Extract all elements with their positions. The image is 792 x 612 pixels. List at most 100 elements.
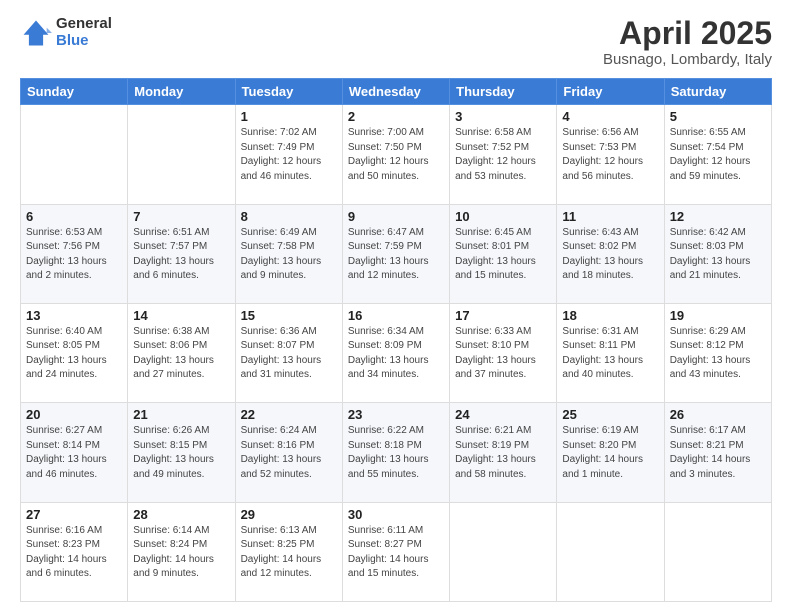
calendar-week-row: 6 Sunrise: 6:53 AM Sunset: 7:56 PM Daylig… xyxy=(21,204,772,303)
day-number: 19 xyxy=(670,308,766,323)
table-row xyxy=(664,502,771,601)
table-row: 13 Sunrise: 6:40 AM Sunset: 8:05 PM Dayli… xyxy=(21,303,128,402)
logo-general: General xyxy=(56,16,112,33)
day-number: 21 xyxy=(133,407,229,422)
day-number: 18 xyxy=(562,308,658,323)
day-number: 25 xyxy=(562,407,658,422)
day-info: Sunrise: 6:13 AM Sunset: 8:25 PM Dayligh… xyxy=(241,524,337,582)
day-number: 17 xyxy=(455,308,551,323)
table-row: 14 Sunrise: 6:38 AM Sunset: 8:06 PM Dayli… xyxy=(128,303,235,402)
table-row: 1 Sunrise: 7:02 AM Sunset: 7:49 PM Daylig… xyxy=(235,105,342,204)
col-sunday: Sunday xyxy=(21,79,128,105)
table-row xyxy=(21,105,128,204)
day-info: Sunrise: 6:43 AM Sunset: 8:02 PM Dayligh… xyxy=(562,226,658,284)
table-row: 8 Sunrise: 6:49 AM Sunset: 7:58 PM Daylig… xyxy=(235,204,342,303)
day-info: Sunrise: 7:00 AM Sunset: 7:50 PM Dayligh… xyxy=(348,126,444,184)
col-thursday: Thursday xyxy=(450,79,557,105)
day-info: Sunrise: 6:38 AM Sunset: 8:06 PM Dayligh… xyxy=(133,325,229,383)
table-row: 7 Sunrise: 6:51 AM Sunset: 7:57 PM Daylig… xyxy=(128,204,235,303)
day-number: 12 xyxy=(670,209,766,224)
day-number: 11 xyxy=(562,209,658,224)
day-info: Sunrise: 6:55 AM Sunset: 7:54 PM Dayligh… xyxy=(670,126,766,184)
table-row: 22Sunrise: 6:24 AM Sunset: 8:16 PM Dayli… xyxy=(235,403,342,502)
table-row: 6 Sunrise: 6:53 AM Sunset: 7:56 PM Daylig… xyxy=(21,204,128,303)
day-info: Sunrise: 6:33 AM Sunset: 8:10 PM Dayligh… xyxy=(455,325,551,383)
day-info: Sunrise: 6:42 AM Sunset: 8:03 PM Dayligh… xyxy=(670,226,766,284)
day-number: 15 xyxy=(241,308,337,323)
table-row: 28 Sunrise: 6:14 AM Sunset: 8:24 PM Dayli… xyxy=(128,502,235,601)
table-row: 19 Sunrise: 6:29 AM Sunset: 8:12 PM Dayli… xyxy=(664,303,771,402)
table-row: 17 Sunrise: 6:33 AM Sunset: 8:10 PM Dayli… xyxy=(450,303,557,402)
table-row: 9 Sunrise: 6:47 AM Sunset: 7:59 PM Daylig… xyxy=(342,204,449,303)
header: General Blue April 2025 Busnago, Lombard… xyxy=(20,16,772,68)
col-saturday: Saturday xyxy=(664,79,771,105)
calendar-week-row: 27 Sunrise: 6:16 AM Sunset: 8:23 PM Dayli… xyxy=(21,502,772,601)
day-info: Sunrise: 6:49 AM Sunset: 7:58 PM Dayligh… xyxy=(241,226,337,284)
day-info: Sunrise: 6:21 AM Sunset: 8:19 PM Dayligh… xyxy=(455,424,551,482)
day-number: 28 xyxy=(133,507,229,522)
table-row: 27 Sunrise: 6:16 AM Sunset: 8:23 PM Dayli… xyxy=(21,502,128,601)
table-row: 11 Sunrise: 6:43 AM Sunset: 8:02 PM Dayli… xyxy=(557,204,664,303)
day-info: Sunrise: 6:53 AM Sunset: 7:56 PM Dayligh… xyxy=(26,226,122,284)
table-row: 12 Sunrise: 6:42 AM Sunset: 8:03 PM Dayli… xyxy=(664,204,771,303)
col-friday: Friday xyxy=(557,79,664,105)
col-wednesday: Wednesday xyxy=(342,79,449,105)
day-number: 8 xyxy=(241,209,337,224)
day-number: 7 xyxy=(133,209,229,224)
table-row: 16 Sunrise: 6:34 AM Sunset: 8:09 PM Dayli… xyxy=(342,303,449,402)
calendar-week-row: 20Sunrise: 6:27 AM Sunset: 8:14 PM Dayli… xyxy=(21,403,772,502)
day-info: Sunrise: 6:16 AM Sunset: 8:23 PM Dayligh… xyxy=(26,524,122,582)
day-info: Sunrise: 6:11 AM Sunset: 8:27 PM Dayligh… xyxy=(348,524,444,582)
title-block: April 2025 Busnago, Lombardy, Italy xyxy=(603,16,772,68)
table-row xyxy=(128,105,235,204)
day-number: 2 xyxy=(348,109,444,124)
day-number: 13 xyxy=(26,308,122,323)
table-row xyxy=(450,502,557,601)
day-number: 10 xyxy=(455,209,551,224)
day-number: 27 xyxy=(26,507,122,522)
table-row: 20Sunrise: 6:27 AM Sunset: 8:14 PM Dayli… xyxy=(21,403,128,502)
title-location: Busnago, Lombardy, Italy xyxy=(603,51,772,68)
calendar-week-row: 13 Sunrise: 6:40 AM Sunset: 8:05 PM Dayli… xyxy=(21,303,772,402)
day-info: Sunrise: 6:19 AM Sunset: 8:20 PM Dayligh… xyxy=(562,424,658,482)
table-row: 10 Sunrise: 6:45 AM Sunset: 8:01 PM Dayli… xyxy=(450,204,557,303)
day-info: Sunrise: 6:14 AM Sunset: 8:24 PM Dayligh… xyxy=(133,524,229,582)
logo-icon xyxy=(20,17,52,49)
table-row: 21Sunrise: 6:26 AM Sunset: 8:15 PM Dayli… xyxy=(128,403,235,502)
table-row: 3Sunrise: 6:58 AM Sunset: 7:52 PM Daylig… xyxy=(450,105,557,204)
table-row: 15 Sunrise: 6:36 AM Sunset: 8:07 PM Dayli… xyxy=(235,303,342,402)
day-info: Sunrise: 6:34 AM Sunset: 8:09 PM Dayligh… xyxy=(348,325,444,383)
logo-text: General Blue xyxy=(56,16,112,49)
table-row: 18 Sunrise: 6:31 AM Sunset: 8:11 PM Dayli… xyxy=(557,303,664,402)
day-number: 9 xyxy=(348,209,444,224)
day-info: Sunrise: 6:51 AM Sunset: 7:57 PM Dayligh… xyxy=(133,226,229,284)
table-row: 2 Sunrise: 7:00 AM Sunset: 7:50 PM Daylig… xyxy=(342,105,449,204)
day-number: 24 xyxy=(455,407,551,422)
day-info: Sunrise: 6:29 AM Sunset: 8:12 PM Dayligh… xyxy=(670,325,766,383)
calendar-week-row: 1 Sunrise: 7:02 AM Sunset: 7:49 PM Daylig… xyxy=(21,105,772,204)
col-monday: Monday xyxy=(128,79,235,105)
day-number: 29 xyxy=(241,507,337,522)
day-info: Sunrise: 6:45 AM Sunset: 8:01 PM Dayligh… xyxy=(455,226,551,284)
table-row: 25 Sunrise: 6:19 AM Sunset: 8:20 PM Dayli… xyxy=(557,403,664,502)
day-info: Sunrise: 7:02 AM Sunset: 7:49 PM Dayligh… xyxy=(241,126,337,184)
day-number: 1 xyxy=(241,109,337,124)
page: General Blue April 2025 Busnago, Lombard… xyxy=(0,0,792,612)
day-info: Sunrise: 6:31 AM Sunset: 8:11 PM Dayligh… xyxy=(562,325,658,383)
table-row: 24 Sunrise: 6:21 AM Sunset: 8:19 PM Dayli… xyxy=(450,403,557,502)
day-info: Sunrise: 6:27 AM Sunset: 8:14 PM Dayligh… xyxy=(26,424,122,482)
day-info: Sunrise: 6:22 AM Sunset: 8:18 PM Dayligh… xyxy=(348,424,444,482)
day-info: Sunrise: 6:40 AM Sunset: 8:05 PM Dayligh… xyxy=(26,325,122,383)
day-number: 6 xyxy=(26,209,122,224)
logo: General Blue xyxy=(20,16,112,49)
col-tuesday: Tuesday xyxy=(235,79,342,105)
day-number: 3 xyxy=(455,109,551,124)
day-info: Sunrise: 6:47 AM Sunset: 7:59 PM Dayligh… xyxy=(348,226,444,284)
day-number: 16 xyxy=(348,308,444,323)
day-number: 4 xyxy=(562,109,658,124)
day-number: 5 xyxy=(670,109,766,124)
day-info: Sunrise: 6:17 AM Sunset: 8:21 PM Dayligh… xyxy=(670,424,766,482)
day-info: Sunrise: 6:36 AM Sunset: 8:07 PM Dayligh… xyxy=(241,325,337,383)
day-number: 14 xyxy=(133,308,229,323)
day-number: 30 xyxy=(348,507,444,522)
